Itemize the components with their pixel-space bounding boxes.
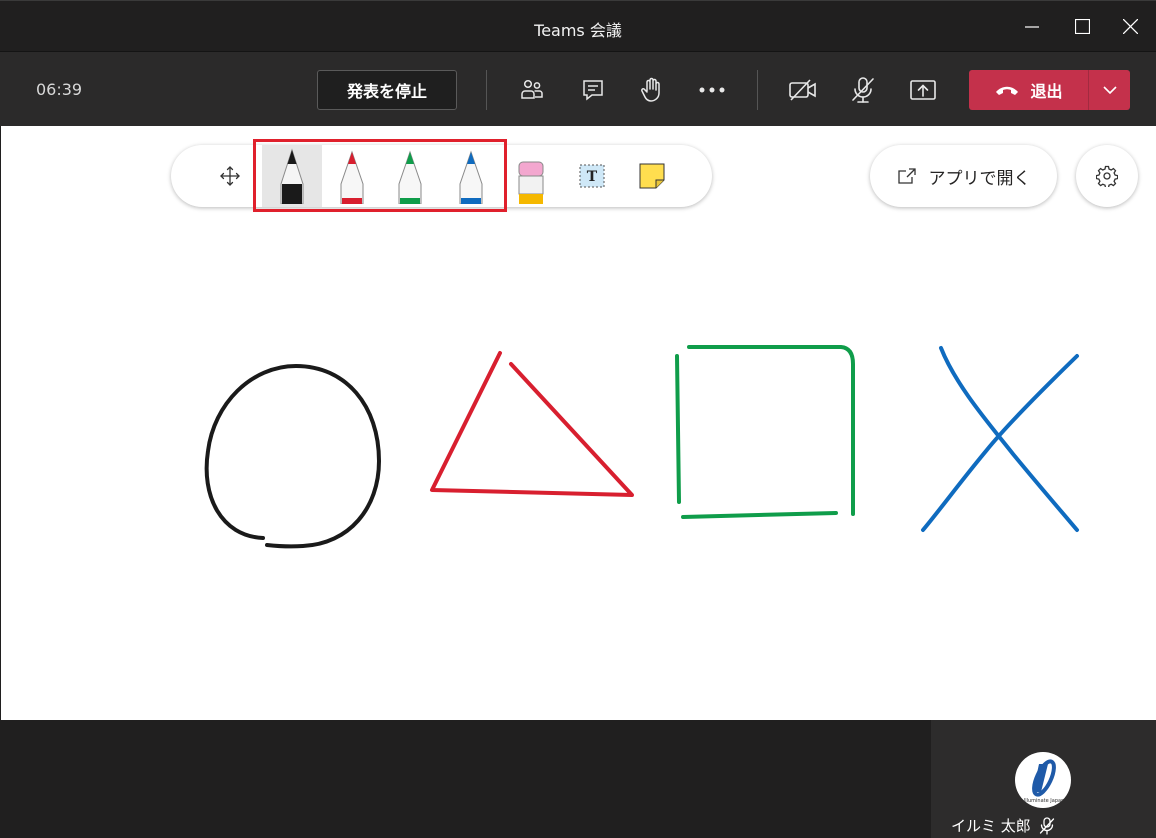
text-box-icon: T <box>579 164 605 188</box>
move-icon <box>220 166 240 186</box>
text-tool[interactable]: T <box>562 145 622 207</box>
move-tool-button[interactable] <box>200 145 260 207</box>
title-bar: Teams 会議 <box>0 0 1156 51</box>
chevron-down-icon <box>1102 86 1117 94</box>
open-in-app-label: アプリで開く <box>928 168 1031 189</box>
sticky-note-tool[interactable] <box>622 145 682 207</box>
share-screen-button[interactable] <box>907 74 939 106</box>
leave-main-button[interactable]: 退出 <box>969 70 1088 110</box>
participants-icon <box>521 79 543 99</box>
close-icon <box>1122 19 1138 34</box>
participants-button[interactable] <box>516 74 548 106</box>
company-logo-icon: Illuminate Japan <box>1024 759 1065 804</box>
meeting-controls-bar: 06:39 発表を停止 退出 <box>0 51 1156 126</box>
whiteboard-settings-button[interactable] <box>1076 145 1138 207</box>
participant-tile[interactable]: Illuminate Japan イルミ 太郎 <box>931 720 1156 838</box>
drawn-triangle <box>430 351 634 497</box>
eraser-tool[interactable] <box>501 145 561 207</box>
share-screen-icon <box>910 80 936 100</box>
toolbar-divider <box>486 70 487 110</box>
leave-options-button[interactable] <box>1089 70 1130 110</box>
mic-toggle-button[interactable] <box>847 74 879 106</box>
drawn-square <box>675 345 855 519</box>
chat-button[interactable] <box>577 74 609 106</box>
eraser-icon <box>518 161 544 204</box>
participant-name: イルミ 太郎 <box>951 817 1031 835</box>
meeting-timer: 06:39 <box>36 80 83 99</box>
avatar: Illuminate Japan <box>1015 752 1071 808</box>
leave-button[interactable]: 退出 <box>969 70 1130 110</box>
toolbar-divider <box>757 70 758 110</box>
participant-strip: Illuminate Japan イルミ 太郎 <box>0 720 1156 838</box>
drawn-circle <box>204 364 381 549</box>
open-in-app-button[interactable]: アプリで開く <box>870 145 1057 207</box>
svg-text:Illuminate Japan: Illuminate Japan <box>1024 798 1065 804</box>
whiteboard-canvas[interactable]: T アプリで開く <box>1 126 1156 720</box>
whiteboard-drawing <box>204 345 1079 549</box>
participant-name-row: イルミ 太郎 <box>951 815 1055 836</box>
minimize-icon <box>1025 25 1039 28</box>
mic-off-icon <box>852 77 874 103</box>
gear-icon <box>1096 165 1118 187</box>
minimize-button[interactable] <box>1006 1 1058 52</box>
maximize-icon <box>1074 19 1090 34</box>
leave-label: 退出 <box>1030 82 1063 101</box>
close-button[interactable] <box>1104 1 1156 52</box>
more-options-icon <box>699 87 725 93</box>
window-title: Teams 会議 <box>534 21 622 40</box>
camera-off-icon <box>789 79 816 101</box>
drawn-cross <box>921 346 1079 532</box>
teams-meeting-window: Teams 会議 06:39 発表を停止 退出 T アプリで開く Illumin… <box>0 0 1156 838</box>
open-external-icon <box>897 168 916 184</box>
chat-icon <box>583 80 603 101</box>
stop-presenting-button[interactable]: 発表を停止 <box>317 70 457 110</box>
more-options-button[interactable] <box>696 74 728 106</box>
mic-off-icon <box>1039 816 1054 835</box>
svg-text:T: T <box>587 169 598 185</box>
raise-hand-icon <box>641 77 660 102</box>
raise-hand-button[interactable] <box>636 74 668 106</box>
sticky-note-icon <box>639 163 665 189</box>
maximize-button[interactable] <box>1056 1 1108 52</box>
pen-selection-highlight <box>253 139 507 212</box>
camera-toggle-button[interactable] <box>787 74 819 106</box>
hang-up-icon <box>996 86 1019 95</box>
